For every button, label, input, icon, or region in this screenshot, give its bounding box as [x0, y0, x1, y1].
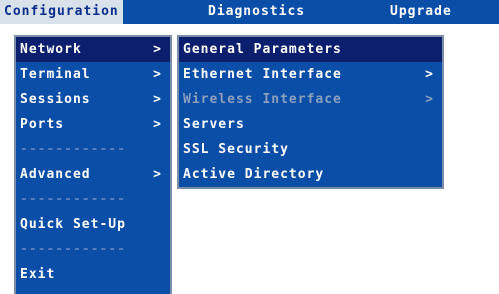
- menu-item-label: Ports: [20, 117, 65, 132]
- submenu-arrow-icon: >: [153, 117, 162, 132]
- menu-separator: ------------: [20, 142, 126, 157]
- menu-item-label: Servers: [183, 117, 245, 132]
- menu-item-label: General Parameters: [183, 42, 342, 57]
- menu-item-label: Active Directory: [183, 167, 325, 182]
- menu-item-label: Terminal: [20, 67, 91, 82]
- submenu-arrow-icon: >: [153, 92, 162, 107]
- configuration-menu: Network > Terminal > Sessions > Ports > …: [14, 35, 172, 294]
- submenu-arrow-icon: >: [425, 92, 434, 107]
- submenu-item-ssl-security[interactable]: SSL Security: [179, 137, 442, 162]
- menu-item-label: Quick Set-Up: [20, 217, 126, 232]
- menu-item-label: Sessions: [20, 92, 91, 107]
- menu-item-label: Exit: [20, 267, 56, 282]
- submenu-arrow-icon: >: [153, 167, 162, 182]
- menu-item-exit[interactable]: Exit: [16, 262, 170, 287]
- menu-item-label: SSL Security: [183, 142, 289, 157]
- submenu-arrow-icon: >: [153, 67, 162, 82]
- submenu-item-general-parameters[interactable]: General Parameters: [179, 37, 442, 62]
- submenu-item-active-directory[interactable]: Active Directory: [179, 162, 442, 187]
- menu-item-terminal[interactable]: Terminal >: [16, 62, 170, 87]
- menu-item-label: Advanced: [20, 167, 91, 182]
- menu-item-label: Wireless Interface: [183, 92, 342, 107]
- submenu-item-wireless-interface: Wireless Interface >: [179, 87, 442, 112]
- menu-item-sessions[interactable]: Sessions >: [16, 87, 170, 112]
- network-submenu: General Parameters Ethernet Interface > …: [177, 35, 444, 189]
- submenu-item-servers[interactable]: Servers: [179, 112, 442, 137]
- submenu-arrow-icon: >: [153, 42, 162, 57]
- menu-item-quick-setup[interactable]: Quick Set-Up: [16, 212, 170, 237]
- menu-separator: ------------: [20, 242, 126, 257]
- tab-upgrade[interactable]: Upgrade: [386, 0, 456, 24]
- submenu-arrow-icon: >: [425, 67, 434, 82]
- menu-bar: Configuration Diagnostics Upgrade: [0, 0, 499, 24]
- menu-item-ports[interactable]: Ports >: [16, 112, 170, 137]
- submenu-item-ethernet-interface[interactable]: Ethernet Interface >: [179, 62, 442, 87]
- menu-separator: ------------: [20, 192, 126, 207]
- menu-item-network[interactable]: Network >: [16, 37, 170, 62]
- menu-item-advanced[interactable]: Advanced >: [16, 162, 170, 187]
- tab-configuration[interactable]: Configuration: [0, 0, 123, 24]
- menu-item-label: Network: [20, 42, 82, 57]
- tab-diagnostics[interactable]: Diagnostics: [204, 0, 309, 24]
- menu-item-label: Ethernet Interface: [183, 67, 342, 82]
